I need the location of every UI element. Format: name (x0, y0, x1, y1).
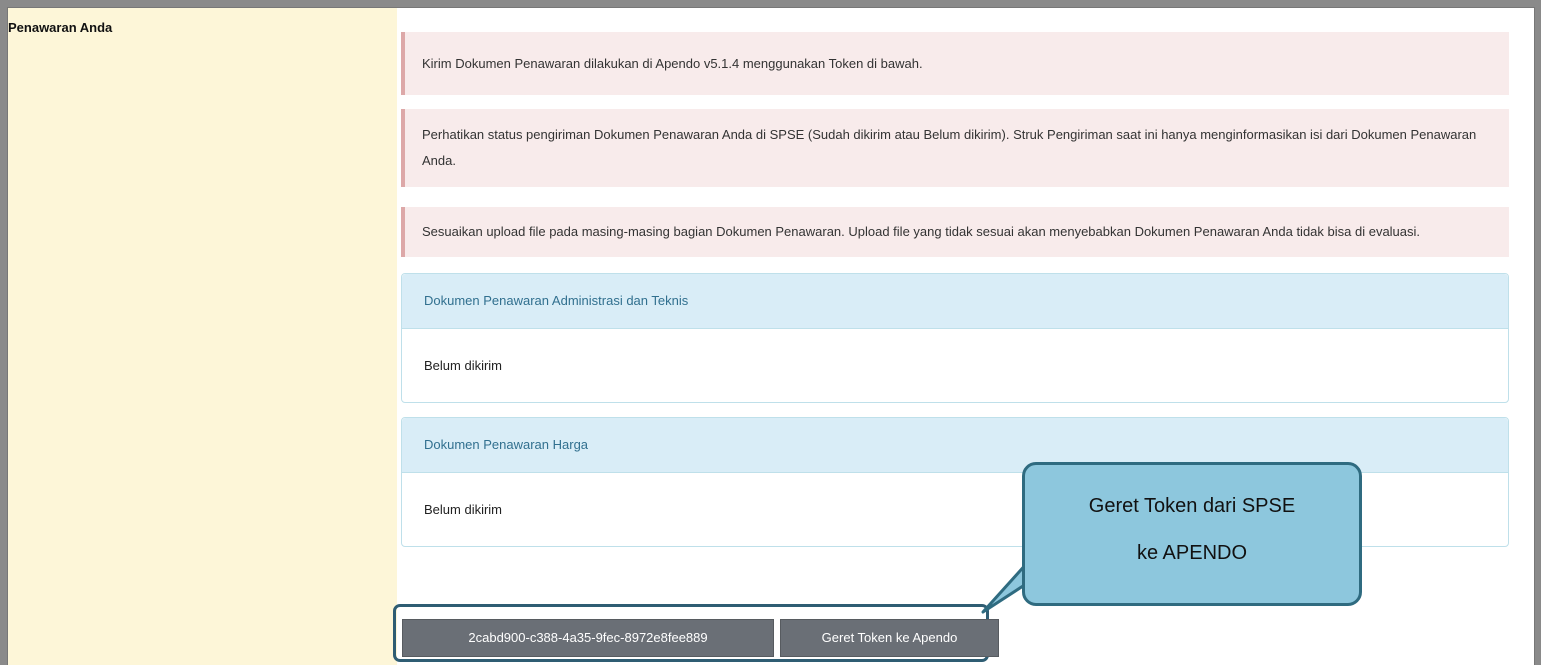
callout-line-1: Geret Token dari SPSE (1088, 495, 1296, 517)
callout-line-2: ke APENDO (1136, 542, 1248, 564)
callout-bubble: Geret Token dari SPSE ke APENDO (1022, 462, 1362, 606)
